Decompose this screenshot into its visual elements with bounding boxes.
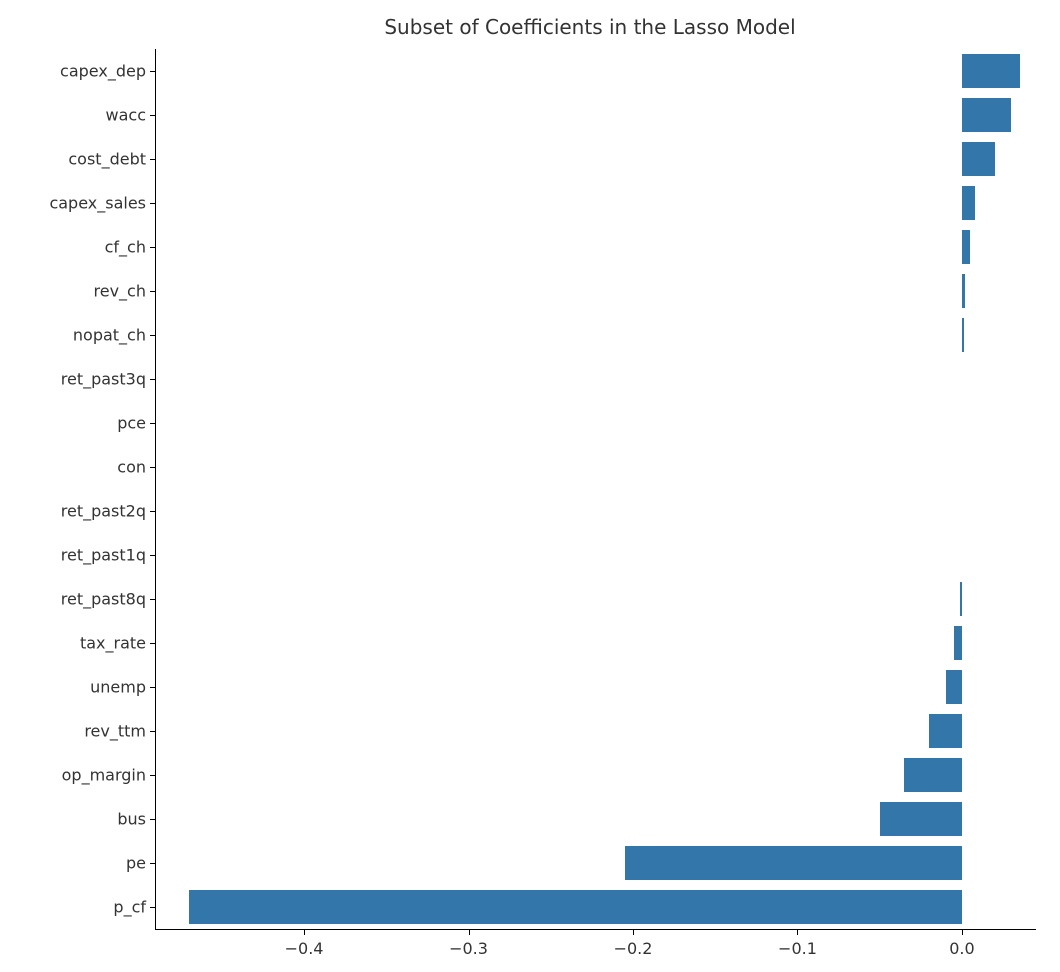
y-axis-label: pce: [117, 414, 156, 433]
y-axis-label: p_cf: [113, 898, 156, 917]
bar: [904, 758, 962, 792]
y-axis-label: rev_ttm: [84, 722, 156, 741]
y-axis-label: ret_past8q: [61, 590, 156, 609]
x-axis-label: 0.0: [949, 929, 974, 958]
y-axis-label: con: [117, 458, 156, 477]
bar: [929, 714, 962, 748]
bar: [962, 54, 1020, 88]
y-axis-label: capex_dep: [60, 62, 156, 81]
y-axis-label: cf_ch: [105, 238, 156, 257]
y-axis-label: ret_past3q: [61, 370, 156, 389]
y-axis-label: rev_ch: [94, 282, 156, 301]
bar: [962, 98, 1011, 132]
bar: [960, 582, 962, 616]
bar: [962, 318, 964, 352]
y-axis-label: ret_past2q: [61, 502, 156, 521]
plot-area: capex_depwacccost_debtcapex_salescf_chre…: [155, 49, 1036, 930]
x-axis-label: −0.4: [285, 929, 324, 958]
y-axis-label: unemp: [90, 678, 156, 697]
bar: [962, 230, 970, 264]
bar: [954, 626, 962, 660]
bar: [189, 890, 962, 924]
bar: [962, 142, 995, 176]
bar: [962, 186, 975, 220]
y-axis-label: tax_rate: [80, 634, 156, 653]
x-axis-label: −0.2: [614, 929, 653, 958]
chart-title: Subset of Coefficients in the Lasso Mode…: [135, 15, 1045, 39]
bar: [946, 670, 962, 704]
y-axis-label: pe: [126, 854, 156, 873]
bar: [880, 802, 962, 836]
bar: [625, 846, 962, 880]
y-axis-label: op_margin: [62, 766, 156, 785]
y-axis-label: capex_sales: [49, 194, 156, 213]
x-axis-label: −0.3: [449, 929, 488, 958]
y-axis-label: ret_past1q: [61, 546, 156, 565]
y-axis-label: nopat_ch: [73, 326, 156, 345]
y-axis-label: cost_debt: [68, 150, 156, 169]
y-axis-label: wacc: [106, 106, 156, 125]
chart-container: Subset of Coefficients in the Lasso Mode…: [15, 15, 1045, 957]
bar: [962, 274, 965, 308]
y-axis-label: bus: [117, 810, 156, 829]
x-axis-label: −0.1: [778, 929, 817, 958]
